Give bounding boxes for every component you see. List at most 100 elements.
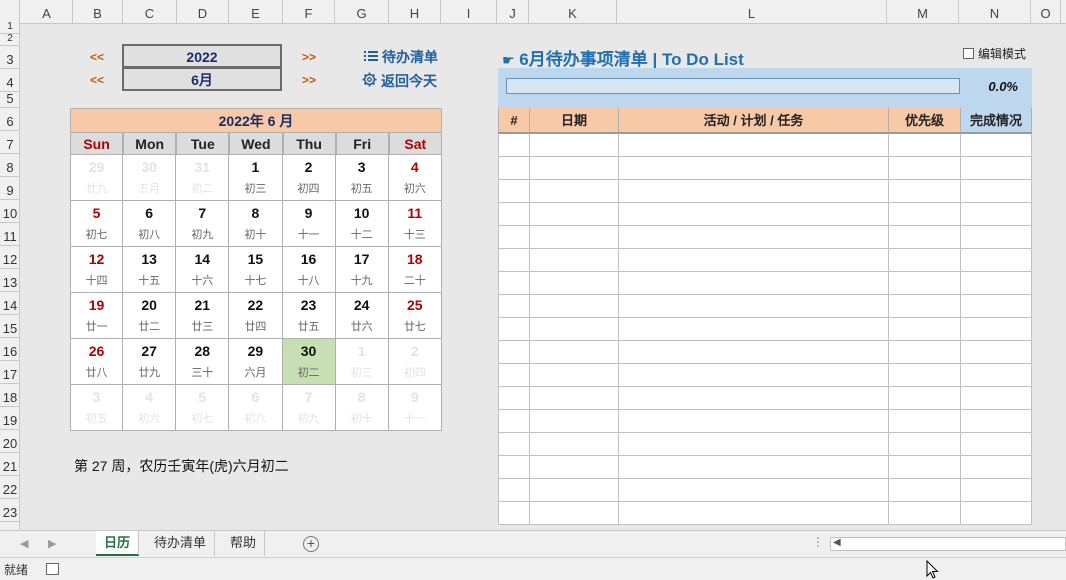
table-cell[interactable] [619, 433, 889, 456]
table-cell[interactable] [619, 479, 889, 502]
calendar-day[interactable]: 14 十六 [176, 247, 230, 293]
calendar-day[interactable]: 16 十八 [282, 247, 336, 293]
row-header-16[interactable]: 16 [0, 338, 20, 361]
table-cell[interactable] [889, 134, 961, 157]
column-header-k[interactable]: K [529, 0, 617, 24]
table-cell[interactable] [498, 318, 530, 341]
column-header-o[interactable]: O [1031, 0, 1061, 24]
row-header-23[interactable]: 23 [0, 499, 20, 522]
table-cell[interactable] [961, 157, 1032, 180]
table-cell[interactable] [498, 364, 530, 387]
header-col-status[interactable]: 完成情况 [961, 108, 1032, 134]
add-sheet-button[interactable]: + [303, 536, 319, 552]
calendar-day[interactable]: 5 初七 [70, 201, 124, 247]
table-cell[interactable] [889, 318, 961, 341]
row-header-9[interactable]: 9 [0, 177, 20, 200]
column-header-a[interactable]: A [21, 0, 73, 24]
row-header-4[interactable]: 4 [0, 69, 20, 92]
column-header-l[interactable]: L [617, 0, 887, 24]
row-header-17[interactable]: 17 [0, 361, 20, 384]
calendar-day[interactable]: 22 廿四 [229, 293, 283, 339]
table-cell[interactable] [961, 134, 1032, 157]
table-cell[interactable] [961, 203, 1032, 226]
calendar-day[interactable]: 10 十二 [335, 201, 389, 247]
macro-record-icon[interactable] [46, 563, 59, 575]
row-header-2[interactable]: 2 [0, 33, 20, 46]
row-header-15[interactable]: 15 [0, 315, 20, 338]
calendar-day[interactable]: 6 初八 [123, 201, 177, 247]
table-cell[interactable] [498, 180, 530, 203]
prev-month-button[interactable]: << [90, 73, 104, 87]
calendar-day[interactable]: 15 十七 [229, 247, 283, 293]
table-cell[interactable] [498, 272, 530, 295]
todo-list-link[interactable]: 待办清单 [364, 47, 438, 67]
table-cell[interactable] [619, 364, 889, 387]
row-header-22[interactable]: 22 [0, 476, 20, 499]
checkbox-icon[interactable] [963, 48, 974, 59]
calendar-day[interactable]: 3 初五 [335, 155, 389, 201]
sheet-tab[interactable]: 帮助 [222, 531, 266, 556]
header-col-date[interactable]: 日期 [530, 108, 619, 134]
calendar-day-today[interactable]: 30 初二 [282, 339, 336, 385]
column-header-g[interactable]: G [335, 0, 389, 24]
table-cell[interactable] [498, 502, 530, 525]
table-cell[interactable] [619, 203, 889, 226]
row-header-6[interactable]: 6 [0, 108, 20, 131]
row-header-10[interactable]: 10 [0, 200, 20, 223]
next-month-button[interactable]: >> [302, 73, 316, 87]
table-cell[interactable] [619, 502, 889, 525]
row-header-13[interactable]: 13 [0, 269, 20, 292]
table-cell[interactable] [498, 295, 530, 318]
calendar-day[interactable]: 23 廿五 [282, 293, 336, 339]
more-options-icon[interactable]: ⋮ [812, 535, 824, 549]
table-cell[interactable] [619, 456, 889, 479]
table-cell[interactable] [530, 387, 619, 410]
edit-mode-checkbox[interactable]: 编辑模式 [963, 45, 1026, 62]
table-cell[interactable] [889, 180, 961, 203]
tab-scroll-right-icon[interactable]: ▶ [48, 537, 56, 550]
table-cell[interactable] [530, 180, 619, 203]
table-cell[interactable] [530, 318, 619, 341]
table-cell[interactable] [498, 341, 530, 364]
table-cell[interactable] [530, 249, 619, 272]
table-cell[interactable] [530, 502, 619, 525]
table-cell[interactable] [530, 226, 619, 249]
calendar-day[interactable]: 9 十一 [282, 201, 336, 247]
table-cell[interactable] [961, 295, 1032, 318]
table-cell[interactable] [619, 272, 889, 295]
calendar-day[interactable]: 24 廿六 [335, 293, 389, 339]
table-cell[interactable] [530, 157, 619, 180]
table-cell[interactable] [961, 318, 1032, 341]
calendar-day[interactable]: 17 十九 [335, 247, 389, 293]
table-cell[interactable] [889, 479, 961, 502]
table-cell[interactable] [530, 433, 619, 456]
calendar-day[interactable]: 6 初八 [229, 385, 283, 431]
column-header-f[interactable]: F [283, 0, 335, 24]
calendar-day[interactable]: 13 十五 [123, 247, 177, 293]
table-cell[interactable] [889, 502, 961, 525]
calendar-day[interactable]: 8 初十 [335, 385, 389, 431]
row-header-7[interactable]: 7 [0, 131, 20, 154]
calendar-day[interactable]: 26 廿八 [70, 339, 124, 385]
table-cell[interactable] [498, 134, 530, 157]
table-cell[interactable] [530, 410, 619, 433]
column-header-m[interactable]: M [887, 0, 959, 24]
table-cell[interactable] [530, 364, 619, 387]
sheet-tab[interactable]: 待办清单 [146, 531, 216, 556]
calendar-day[interactable]: 7 初九 [176, 201, 230, 247]
calendar-day[interactable]: 1 初三 [229, 155, 283, 201]
calendar-day[interactable]: 27 廿九 [123, 339, 177, 385]
table-cell[interactable] [961, 180, 1032, 203]
table-cell[interactable] [619, 226, 889, 249]
scroll-left-icon[interactable]: ◀ [833, 537, 841, 548]
row-header-21[interactable]: 21 [0, 453, 20, 476]
sheet-tab[interactable]: 日历 [96, 531, 140, 556]
table-cell[interactable] [530, 479, 619, 502]
table-cell[interactable] [619, 295, 889, 318]
column-header-c[interactable]: C [123, 0, 177, 24]
table-cell[interactable] [961, 364, 1032, 387]
table-cell[interactable] [889, 295, 961, 318]
table-cell[interactable] [889, 410, 961, 433]
table-cell[interactable] [961, 433, 1032, 456]
row-header-3[interactable]: 3 [0, 46, 20, 69]
